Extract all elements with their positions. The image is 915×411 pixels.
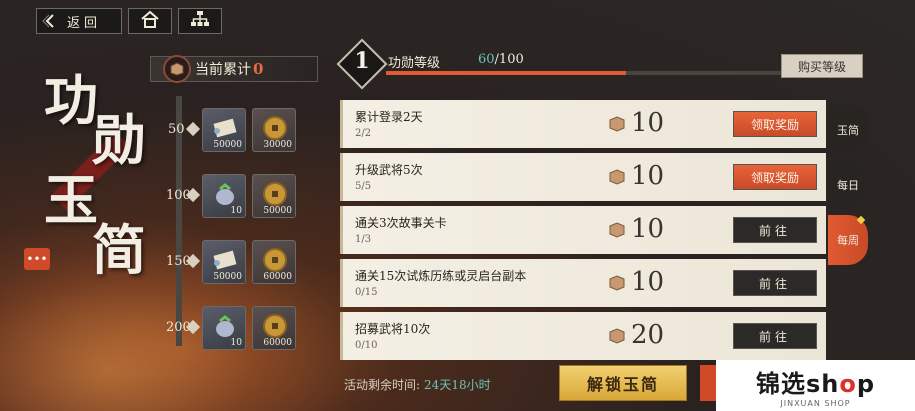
title-char: 玉 — [44, 168, 98, 232]
reward-item[interactable]: 10 — [202, 174, 246, 218]
back-arrow-icon — [41, 12, 59, 30]
accumulated-label: 当前累计 — [195, 62, 251, 78]
merit-box-icon — [609, 116, 625, 132]
task-progress: 1/3 — [355, 234, 372, 245]
merit-progress-bar — [386, 71, 786, 75]
task-title: 累计登录2天 — [355, 110, 423, 124]
scroll-icon — [213, 250, 237, 270]
accumulated-value: 0 — [253, 60, 264, 78]
reward-item[interactable]: 30000 — [252, 108, 296, 152]
title-char: 勋 — [92, 108, 146, 172]
notification-dot — [856, 215, 866, 225]
merit-progress-text: 60/100 — [478, 52, 524, 67]
task-reward: 10 — [631, 267, 665, 297]
claim-reward-button[interactable]: 领取奖励 — [733, 164, 817, 190]
reward-item[interactable]: 10 — [202, 306, 246, 350]
task-reward: 10 — [631, 161, 665, 191]
task-row: 累计登录2天 2/2 10 领取奖励 — [340, 100, 826, 148]
top-bar: 返回 — [36, 8, 222, 34]
watermark-sub: JINXUAN SHOP — [780, 398, 851, 408]
tier-marker — [185, 121, 201, 137]
tab-daily[interactable]: 每日 — [828, 160, 868, 210]
title-char: 简 — [92, 218, 146, 282]
watermark-brand-main: 锦选sh — [755, 369, 840, 398]
coin-icon — [263, 182, 287, 206]
task-row: 通关15次试炼历练或灵启台副本 0/15 10 前往 — [340, 259, 826, 307]
merit-box-icon — [609, 275, 625, 291]
merit-box-icon — [609, 328, 625, 344]
coin-icon — [263, 248, 287, 272]
merit-box-icon — [609, 169, 625, 185]
hierarchy-icon — [190, 10, 210, 32]
coin-icon — [263, 314, 287, 338]
remaining-time: 活动剩余时间: 24天18小时 — [344, 376, 491, 393]
task-row: 通关3次故事关卡 1/3 10 前往 — [340, 206, 826, 254]
task-title: 升级武将5次 — [355, 163, 423, 177]
watermark-brand: 锦选shop — [756, 364, 875, 399]
merit-progress-fill — [386, 71, 626, 75]
task-title: 招募武将10次 — [355, 322, 431, 336]
task-progress: 2/2 — [355, 128, 372, 139]
reward-item[interactable]: 60000 — [252, 240, 296, 284]
tab-weekly[interactable]: 每周 — [828, 215, 868, 265]
reward-amount: 30000 — [263, 140, 292, 150]
task-title: 通关3次故事关卡 — [355, 216, 447, 230]
home-button[interactable] — [128, 8, 172, 34]
merit-box-icon — [163, 55, 191, 83]
reward-item[interactable]: 50000 — [202, 240, 246, 284]
accumulated-counter: 当前累计 0 — [150, 55, 318, 83]
remaining-value: 24天18小时 — [424, 378, 491, 392]
watermark-brand-accent: o — [839, 369, 857, 398]
pouch-icon — [216, 315, 234, 337]
coin-icon — [263, 116, 287, 140]
merit-total: /100 — [494, 52, 524, 67]
scroll-icon — [213, 118, 237, 138]
claim-reward-button[interactable]: 领取奖励 — [733, 111, 817, 137]
watermark-brand-end: p — [856, 369, 876, 398]
tab-label: 每日 — [837, 179, 859, 192]
tier-level: 50 — [168, 122, 185, 137]
reward-item[interactable]: 50000 — [252, 174, 296, 218]
reward-amount: 10 — [230, 338, 242, 348]
pouch-icon — [216, 183, 234, 205]
task-title: 通关15次试炼历练或灵启台副本 — [355, 269, 527, 283]
task-progress: 5/5 — [355, 181, 372, 192]
merit-box-icon — [609, 222, 625, 238]
task-reward: 10 — [631, 108, 665, 138]
reward-amount: 60000 — [263, 272, 292, 282]
task-row: 升级武将5次 5/5 10 领取奖励 — [340, 153, 826, 201]
unlock-button[interactable]: 解锁玉简 — [559, 365, 687, 401]
remaining-label: 活动剩余时间: — [344, 378, 421, 392]
back-label: 返回 — [67, 15, 102, 31]
watermark-logo: 锦选shop JINXUAN SHOP — [716, 360, 915, 411]
home-icon — [140, 10, 160, 32]
task-progress: 0/10 — [355, 340, 378, 351]
tab-label: 玉简 — [837, 124, 859, 137]
level-number: 1 — [354, 48, 370, 74]
tab-jade-slip[interactable]: 玉简 — [828, 105, 868, 155]
reward-amount: 50000 — [213, 140, 242, 150]
title-char: 功 — [44, 68, 98, 132]
task-reward: 10 — [631, 214, 665, 244]
reward-item[interactable]: 50000 — [202, 108, 246, 152]
chat-icon[interactable]: ••• — [24, 248, 50, 270]
merit-current: 60 — [478, 52, 495, 67]
merit-level-label: 功勋等级 — [388, 56, 441, 71]
reward-item[interactable]: 60000 — [252, 306, 296, 350]
task-progress: 0/15 — [355, 287, 378, 298]
back-button[interactable]: 返回 — [36, 8, 122, 34]
tab-label: 每周 — [837, 234, 859, 247]
go-button[interactable]: 前往 — [733, 217, 817, 243]
task-reward: 20 — [631, 320, 665, 350]
go-button[interactable]: 前往 — [733, 323, 817, 349]
reward-amount: 10 — [230, 206, 242, 216]
go-button[interactable]: 前往 — [733, 270, 817, 296]
buy-level-button[interactable]: 购买等级 — [781, 54, 863, 78]
reward-amount: 50000 — [263, 206, 292, 216]
task-row: 招募武将10次 0/10 20 前往 — [340, 312, 826, 360]
reward-amount: 50000 — [213, 272, 242, 282]
hierarchy-button[interactable] — [178, 8, 222, 34]
reward-amount: 60000 — [263, 338, 292, 348]
